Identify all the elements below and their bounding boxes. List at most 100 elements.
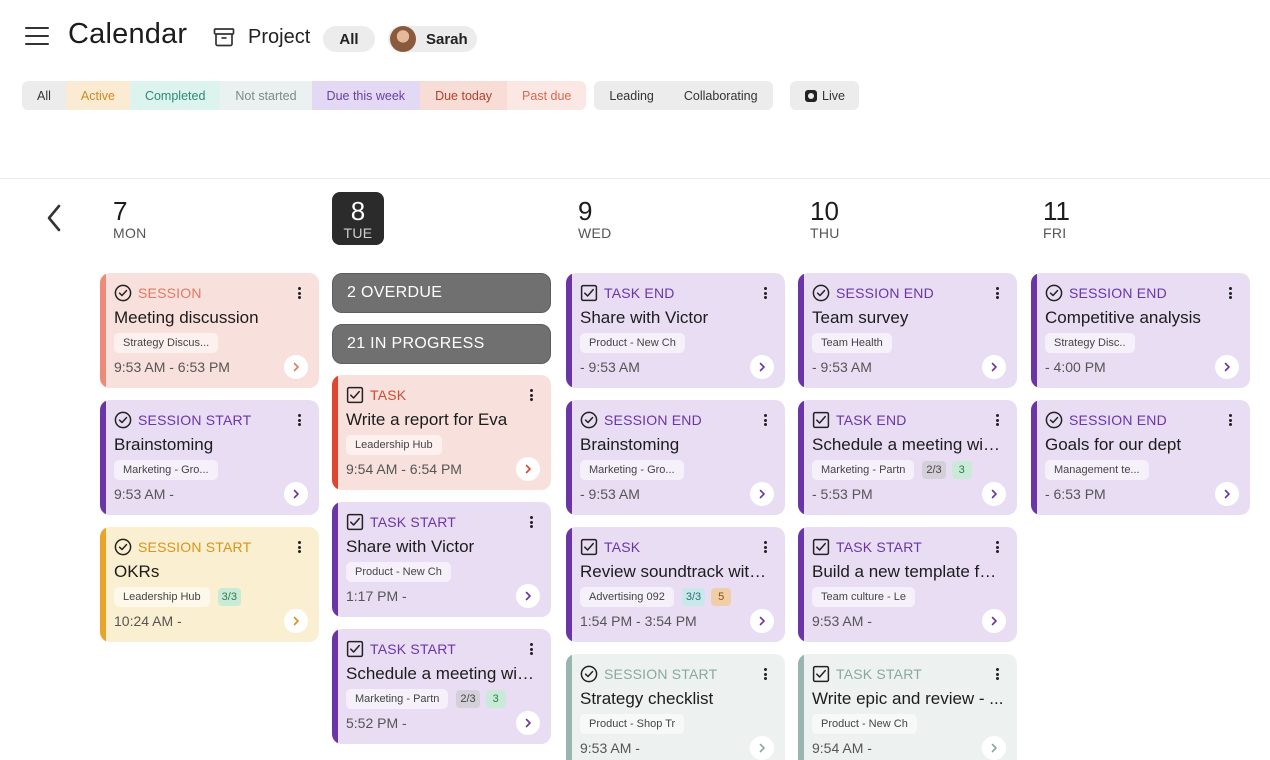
event-card[interactable]: TASK START Build a new template for... Tea…: [798, 527, 1017, 642]
filter-active[interactable]: Active: [65, 81, 130, 110]
filter-not-started[interactable]: Not started: [220, 81, 312, 110]
open-button[interactable]: [750, 482, 774, 506]
more-options-icon[interactable]: [293, 539, 305, 555]
event-card[interactable]: TASK START Share with Victor Product - New…: [332, 502, 551, 617]
open-button[interactable]: [982, 482, 1006, 506]
event-card[interactable]: SESSION END Team survey Team Health - 9:53 …: [798, 273, 1017, 388]
filter-due-this-week[interactable]: Due this week: [311, 81, 421, 110]
day-header-fri[interactable]: 11 FRI: [1043, 196, 1103, 240]
card-type: SESSION START: [580, 665, 717, 683]
more-options-icon[interactable]: [991, 412, 1003, 428]
project-tag: Marketing - Gro...: [114, 460, 218, 480]
filter-collaborating[interactable]: Collaborating: [668, 81, 773, 110]
card-type: SESSION END: [1045, 284, 1167, 302]
more-options-icon[interactable]: [991, 285, 1003, 301]
open-button[interactable]: [516, 457, 540, 481]
filter-past-due[interactable]: Past due: [507, 81, 587, 110]
event-card[interactable]: SESSION START OKRs Leadership Hub 3/3 10:24 …: [100, 527, 319, 642]
day-header-tue-today[interactable]: 8 TUE: [332, 192, 384, 245]
open-button[interactable]: [982, 736, 1006, 760]
more-options-icon[interactable]: [991, 666, 1003, 682]
more-options-icon[interactable]: [293, 285, 305, 301]
more-options-icon[interactable]: [759, 412, 771, 428]
check-circle-icon: [580, 665, 598, 683]
card-title: Share with Victor: [346, 537, 475, 556]
card-time: - 9:53 AM: [812, 359, 872, 375]
project-selector[interactable]: Project: [212, 22, 310, 52]
open-button[interactable]: [750, 355, 774, 379]
open-button[interactable]: [284, 482, 308, 506]
open-button[interactable]: [982, 355, 1006, 379]
open-button[interactable]: [750, 609, 774, 633]
project-label: Project: [248, 25, 311, 48]
check-circle-icon: [580, 411, 598, 429]
filter-due-today[interactable]: Due today: [420, 81, 508, 110]
event-card[interactable]: SESSION END Brainstoming Marketing - Gro..…: [566, 400, 785, 515]
event-card[interactable]: TASK END Schedule a meeting with... Market…: [798, 400, 1017, 515]
overdue-summary[interactable]: 2 OVERDUE: [332, 273, 551, 313]
more-options-icon[interactable]: [759, 666, 771, 682]
more-options-icon[interactable]: [1224, 285, 1236, 301]
more-options-icon[interactable]: [759, 539, 771, 555]
card-accent-bar: [100, 527, 106, 642]
event-card[interactable]: SESSION START Strategy checklist Product -…: [566, 654, 785, 760]
event-card[interactable]: SESSION END Goals for our dept Management …: [1031, 400, 1250, 515]
event-card[interactable]: TASK Write a report for Eva Leadership Hub…: [332, 375, 551, 490]
menu-icon[interactable]: [25, 27, 49, 45]
event-card[interactable]: TASK START Schedule a meeting with... Mark…: [332, 629, 551, 744]
count-badge: 2/3: [922, 461, 946, 479]
project-tag: Strategy Discus...: [114, 333, 219, 353]
event-card[interactable]: SESSION START Brainstoming Marketing - Gro…: [100, 400, 319, 515]
more-options-icon[interactable]: [525, 641, 537, 657]
card-tags: Advertising 092 3/3 5: [580, 587, 737, 607]
more-options-icon[interactable]: [759, 285, 771, 301]
open-button[interactable]: [516, 711, 540, 735]
filter-completed[interactable]: Completed: [129, 81, 221, 110]
user-filter-button[interactable]: Sarah: [388, 26, 477, 52]
chevron-left-icon[interactable]: [42, 203, 68, 233]
day-header-thu[interactable]: 10 THU: [810, 196, 870, 240]
more-options-icon[interactable]: [525, 387, 537, 403]
day-number: 8: [350, 196, 366, 226]
checkbox-icon: [812, 538, 830, 556]
count-badge: 3/3: [681, 588, 706, 606]
in-progress-summary[interactable]: 21 IN PROGRESS: [332, 324, 551, 364]
count-badge: 2/3: [456, 690, 480, 708]
count-badge: 5: [711, 588, 732, 606]
event-card[interactable]: TASK END Share with Victor Product - New C…: [566, 273, 785, 388]
event-card[interactable]: TASK Review soundtrack with ... Advertisin…: [566, 527, 785, 642]
open-button[interactable]: [1215, 482, 1239, 506]
open-button[interactable]: [284, 609, 308, 633]
more-options-icon[interactable]: [1224, 412, 1236, 428]
open-button[interactable]: [284, 355, 308, 379]
open-button[interactable]: [982, 609, 1006, 633]
day-name: TUE: [343, 225, 373, 241]
card-time: - 6:53 PM: [1045, 486, 1106, 502]
filter-leading[interactable]: Leading: [594, 81, 669, 110]
card-tags: Product - New Ch: [580, 333, 693, 353]
more-options-icon[interactable]: [991, 539, 1003, 555]
open-button[interactable]: [516, 584, 540, 608]
card-tags: Product - New Ch: [812, 714, 925, 734]
card-type-label: SESSION END: [1069, 285, 1167, 301]
chevron-right-icon: [991, 616, 997, 626]
project-tag: Management te...: [1045, 460, 1149, 480]
live-button[interactable]: Live: [790, 81, 859, 110]
day-header-mon[interactable]: 7 MON: [113, 196, 173, 240]
card-accent-bar: [798, 654, 804, 760]
card-type: SESSION END: [1045, 411, 1167, 429]
open-button[interactable]: [1215, 355, 1239, 379]
more-options-icon[interactable]: [525, 514, 537, 530]
check-circle-icon: [114, 538, 132, 556]
day-header-wed[interactable]: 9 WED: [578, 196, 638, 240]
open-button[interactable]: [750, 736, 774, 760]
all-people-button[interactable]: All: [323, 26, 375, 52]
card-title: Review soundtrack with ...: [580, 562, 772, 581]
more-options-icon[interactable]: [293, 412, 305, 428]
filter-all[interactable]: All: [22, 81, 66, 110]
event-card[interactable]: SESSION Meeting discussion Strategy Discus…: [100, 273, 319, 388]
event-card[interactable]: TASK START Write epic and review - ... Pro…: [798, 654, 1017, 760]
user-name: Sarah: [426, 30, 468, 48]
card-type: SESSION START: [114, 538, 251, 556]
event-card[interactable]: SESSION END Competitive analysis Strategy …: [1031, 273, 1250, 388]
